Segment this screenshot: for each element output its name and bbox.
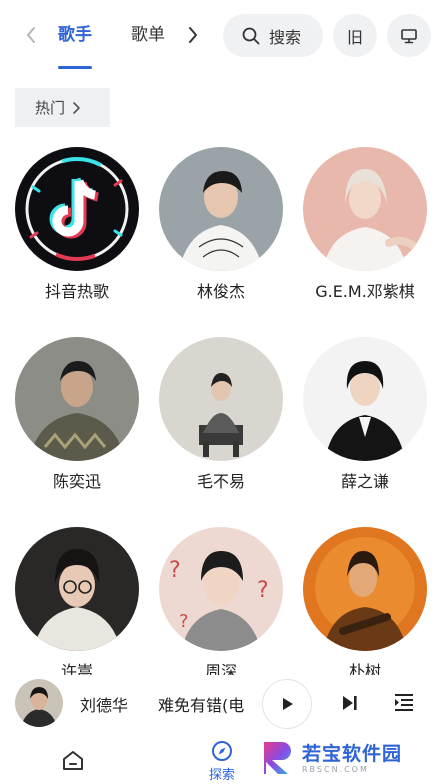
artist-avatar bbox=[303, 527, 427, 651]
douyin-logo bbox=[15, 147, 139, 271]
tv-button[interactable] bbox=[387, 14, 431, 57]
artist-name: 薛之谦 bbox=[340, 472, 389, 491]
artist-avatar bbox=[15, 527, 139, 651]
watermark-sub: RBSCN.COM bbox=[302, 764, 369, 774]
watermark-title: 若宝软件园 bbox=[302, 742, 403, 765]
active-tab-indicator bbox=[58, 66, 92, 69]
artist-card[interactable]: 朴树 bbox=[300, 527, 430, 683]
top-bar: 歌手 歌单 搜索 旧 bbox=[0, 0, 441, 70]
artist-card[interactable]: 林俊杰 bbox=[156, 147, 286, 303]
now-playing-cover[interactable] bbox=[15, 679, 63, 727]
artist-card[interactable]: G.E.M.邓紫棋 bbox=[300, 147, 430, 303]
playlist-queue-icon[interactable] bbox=[391, 690, 417, 716]
artist-name: G.E.M.邓紫棋 bbox=[315, 282, 415, 301]
filter-chip-hot[interactable]: 热门 bbox=[15, 88, 110, 127]
artist-avatar bbox=[303, 337, 427, 461]
artist-card[interactable]: 陈奕迅 bbox=[12, 337, 142, 493]
compass-icon bbox=[212, 741, 232, 761]
artist-avatar bbox=[159, 147, 283, 271]
artist-name: 抖音热歌 bbox=[44, 282, 109, 301]
artist-card[interactable]: 许嵩 bbox=[12, 527, 142, 683]
filter-label: 热门 bbox=[35, 99, 66, 117]
home-icon[interactable] bbox=[61, 748, 85, 772]
watermark-logo-icon bbox=[264, 742, 291, 774]
chevron-right-icon[interactable] bbox=[184, 22, 204, 48]
artist-name: 毛不易 bbox=[196, 472, 245, 491]
svg-text:?: ? bbox=[179, 611, 189, 632]
play-icon bbox=[283, 698, 293, 710]
artist-avatar: ? ? ? bbox=[159, 527, 283, 651]
nav-explore[interactable]: 探索 bbox=[204, 740, 240, 783]
old-label: 旧 bbox=[346, 27, 363, 47]
artist-card[interactable]: ? ? ? 周深 bbox=[156, 527, 286, 683]
play-button[interactable] bbox=[262, 679, 312, 729]
chevron-right-icon bbox=[73, 101, 80, 114]
artist-card[interactable]: 毛不易 bbox=[156, 337, 286, 493]
tab-singer[interactable]: 歌手 bbox=[58, 23, 92, 47]
old-version-button[interactable]: 旧 bbox=[333, 14, 377, 57]
artist-card[interactable]: 抖音热歌 bbox=[12, 147, 142, 303]
now-playing-artist: 刘德华 bbox=[80, 696, 129, 715]
svg-text:?: ? bbox=[169, 558, 181, 583]
svg-text:?: ? bbox=[257, 578, 269, 603]
nav-explore-label: 探索 bbox=[208, 768, 235, 783]
artist-card[interactable]: 薛之谦 bbox=[300, 337, 430, 493]
mini-player[interactable]: 刘德华 难免有错(电 bbox=[0, 675, 441, 733]
next-track-icon[interactable] bbox=[338, 691, 362, 715]
artist-name: 林俊杰 bbox=[196, 282, 245, 301]
artist-avatar bbox=[15, 147, 139, 271]
watermark: 若宝软件园 RBSCN.COM bbox=[258, 736, 434, 780]
search-label: 搜索 bbox=[269, 27, 302, 47]
search-button[interactable]: 搜索 bbox=[223, 14, 323, 57]
artist-name: 陈奕迅 bbox=[52, 472, 101, 491]
tab-playlist[interactable]: 歌单 bbox=[131, 23, 165, 47]
now-playing-title: 难免有错(电 bbox=[158, 696, 245, 715]
artist-avatar bbox=[15, 337, 139, 461]
watermark-text: 若宝软件园 RBSCN.COM bbox=[302, 743, 402, 774]
artist-avatar bbox=[159, 337, 283, 461]
artist-avatar bbox=[303, 147, 427, 271]
search-icon bbox=[242, 27, 260, 44]
chevron-left-icon[interactable] bbox=[20, 22, 42, 48]
tv-icon bbox=[401, 28, 417, 43]
